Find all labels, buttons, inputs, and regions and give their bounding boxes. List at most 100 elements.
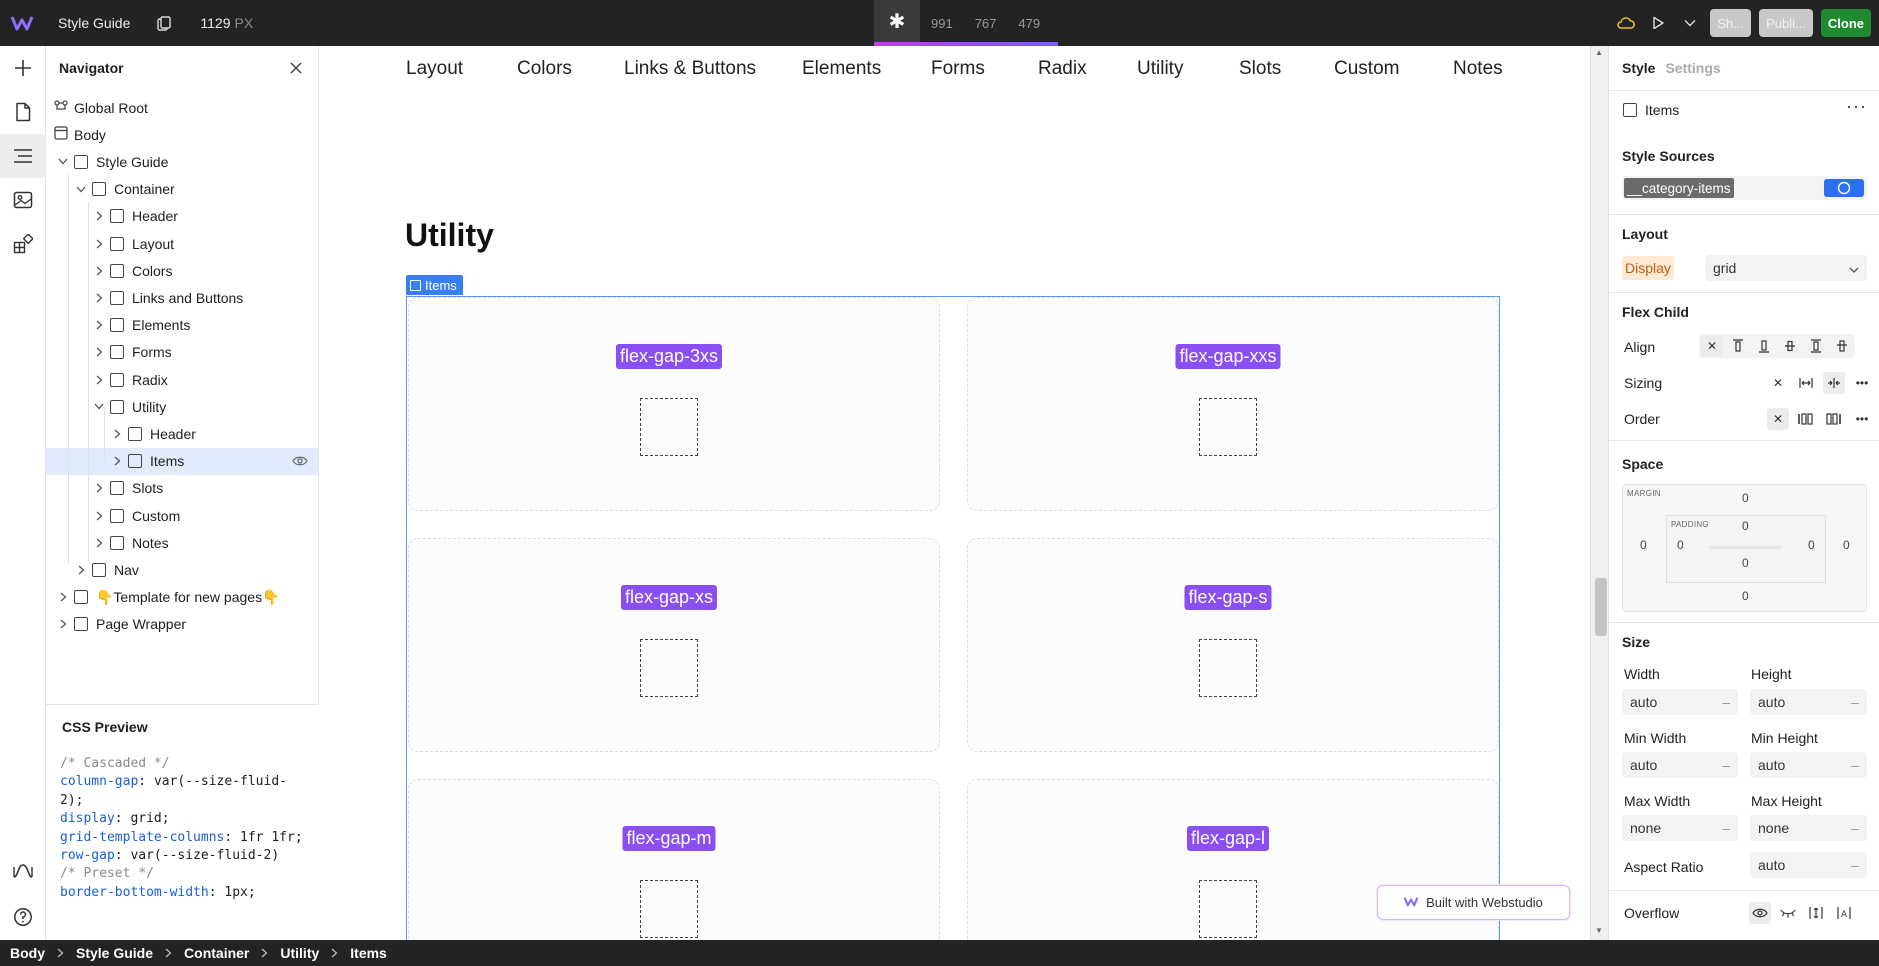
tree-item[interactable]: Nav [46,556,318,583]
tree-item[interactable]: Items [46,447,318,475]
tab-style[interactable]: Style [1622,60,1655,76]
overflow-scroll-icon[interactable] [1805,902,1827,924]
tree-item[interactable]: Container [46,176,318,203]
visibility-eye-icon[interactable] [292,453,308,469]
max-width-input[interactable]: none – [1622,815,1738,841]
pages-icon[interactable] [0,90,46,134]
breakpoint-479[interactable]: 479 [1007,0,1051,46]
tree-item[interactable]: Layout [46,230,318,257]
order-more-icon[interactable]: ••• [1851,408,1873,430]
sizing-shrink-icon[interactable] [1823,372,1845,394]
breakpoint-767[interactable]: 767 [964,0,1008,46]
chevron-down-icon[interactable] [56,158,70,165]
breadcrumb-item[interactable]: Utility [280,945,319,961]
padding-left[interactable]: 0 [1677,538,1684,552]
nav-link[interactable]: Slots [1239,58,1281,80]
chevron-right-icon[interactable] [92,239,106,249]
tree-item[interactable]: Notes [46,529,318,556]
tree-item[interactable]: Header [46,203,318,230]
tree-item[interactable]: Utility [46,393,318,420]
scroll-down-icon[interactable]: ▼ [1595,926,1603,935]
display-select[interactable]: grid [1705,255,1867,281]
overflow-visible-icon[interactable] [1749,902,1771,924]
min-width-input[interactable]: auto – [1622,752,1738,778]
breadcrumb-item[interactable]: Style Guide [76,945,153,961]
tree-item[interactable]: Header [46,420,318,447]
chevron-right-icon[interactable] [92,483,106,493]
align-baseline-icon[interactable] [1831,335,1853,357]
project-name[interactable]: Style Guide [58,15,130,31]
chevron-right-icon[interactable] [92,511,106,521]
tree-item[interactable]: Global Root [46,94,318,121]
min-height-input[interactable]: auto – [1750,752,1867,778]
tree-item[interactable]: Forms [46,339,318,366]
chevron-right-icon[interactable] [56,592,70,602]
tree-item[interactable]: Body [46,121,318,148]
built-with-webstudio-badge[interactable]: Built with Webstudio [1377,885,1570,920]
navigator-icon[interactable] [0,134,46,178]
nav-link[interactable]: Forms [931,58,985,80]
webstudio-logo-icon[interactable] [0,0,44,46]
chevron-right-icon[interactable] [110,456,124,466]
align-stretch-icon[interactable] [1805,335,1827,357]
publish-button[interactable]: Publi... [1759,9,1813,37]
nav-link[interactable]: Custom [1334,58,1399,80]
width-input[interactable]: auto – [1622,689,1738,715]
margin-left[interactable]: 0 [1640,538,1647,552]
chevron-right-icon[interactable] [74,565,88,575]
local-style-icon[interactable] [1824,179,1864,197]
canvas[interactable]: Layout Colors Links & Buttons Elements Forms… [320,46,1590,940]
chevron-right-icon[interactable] [92,320,106,330]
style-sources-input[interactable]: __category-items [1622,176,1867,200]
page-title[interactable]: Utility [405,217,494,254]
overflow-hidden-icon[interactable] [1777,902,1799,924]
breadcrumb-item[interactable]: Items [350,945,387,961]
nav-link[interactable]: Elements [802,58,881,80]
sizing-grow-icon[interactable] [1795,372,1817,394]
align-end-icon[interactable] [1753,335,1775,357]
tree-item[interactable]: Custom [46,502,318,529]
selection-label[interactable]: Items [406,275,463,295]
nav-link[interactable]: Links & Buttons [624,58,756,80]
chevron-down-icon[interactable] [74,186,88,193]
order-last-icon[interactable] [1823,408,1845,430]
overflow-auto-icon[interactable]: A [1833,902,1855,924]
max-height-input[interactable]: none – [1750,815,1867,841]
help-icon[interactable] [0,895,46,939]
chevron-down-icon[interactable] [1678,9,1702,37]
chevron-right-icon[interactable] [56,619,70,629]
align-none-icon[interactable]: ✕ [1701,335,1723,357]
tree-item[interactable]: Colors [46,257,318,284]
chevron-right-icon[interactable] [92,211,106,221]
tree-item[interactable]: Radix [46,366,318,393]
breakpoint-991[interactable]: 991 [920,0,964,46]
pages-menu-icon[interactable] [156,15,172,31]
order-first-icon[interactable] [1795,408,1817,430]
margin-top[interactable]: 0 [1742,491,1749,505]
height-input[interactable]: auto – [1750,689,1867,715]
chevron-right-icon[interactable] [92,375,106,385]
nav-link[interactable]: Notes [1453,58,1503,80]
align-center-icon[interactable] [1779,335,1801,357]
tree-item[interactable]: Style Guide [46,148,318,175]
chevron-right-icon[interactable] [92,538,106,548]
close-icon[interactable] [286,58,306,78]
tree-item[interactable]: Page Wrapper [46,611,318,638]
tree-item[interactable]: Slots [46,475,318,502]
aspect-ratio-input[interactable]: auto – [1750,852,1867,878]
padding-top[interactable]: 0 [1742,519,1749,533]
chevron-right-icon[interactable] [92,293,106,303]
margin-bottom[interactable]: 0 [1742,589,1749,603]
chevron-right-icon[interactable] [110,429,124,439]
order-none-icon[interactable]: ✕ [1767,408,1789,430]
nav-link[interactable]: Colors [517,58,572,80]
padding-right[interactable]: 0 [1808,538,1815,552]
display-label[interactable]: Display [1622,256,1674,280]
chevron-right-icon[interactable] [92,347,106,357]
breakpoint-base-icon[interactable]: ✱ [874,0,920,46]
more-options-icon[interactable]: ··· [1846,96,1867,117]
curve-logo-icon[interactable] [0,849,46,893]
tree-item[interactable]: Elements [46,312,318,339]
sizing-none-icon[interactable]: ✕ [1767,372,1789,394]
nav-link[interactable]: Radix [1038,58,1087,80]
